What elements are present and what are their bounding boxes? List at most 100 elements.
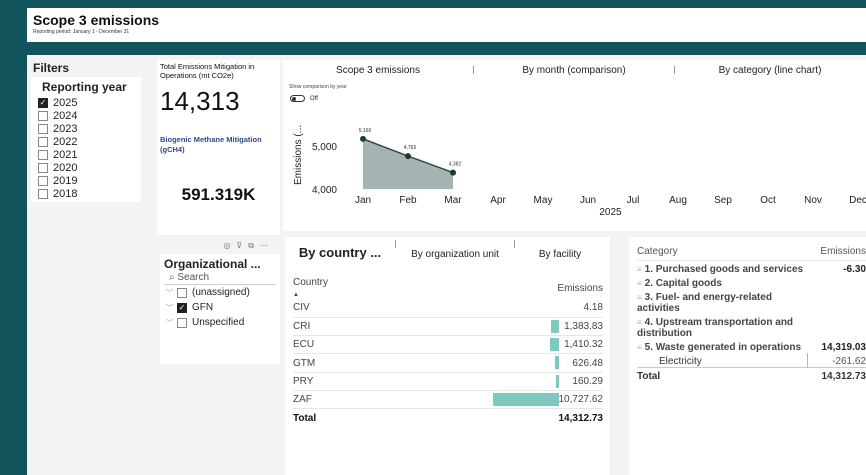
table-row[interactable]: ZAF 10,727.62 bbox=[293, 390, 603, 410]
table-row[interactable]: CIV 4.18 bbox=[293, 299, 603, 318]
checkbox[interactable] bbox=[38, 123, 48, 134]
total-label: Total bbox=[637, 366, 807, 382]
expand-icon[interactable]: ≡ bbox=[637, 279, 642, 288]
tab-divider bbox=[514, 240, 515, 248]
checkbox[interactable] bbox=[38, 188, 48, 199]
checkbox[interactable]: ✓ bbox=[177, 302, 187, 313]
year-option-2021[interactable]: 2021 bbox=[38, 148, 141, 161]
chevron-down-icon[interactable]: ﹀ bbox=[166, 288, 173, 298]
category-cell: ≡ 4. Upstream transportation and distribu… bbox=[637, 314, 807, 339]
filters-pane: Filters Reporting year ✓ 2025 2024 2023 2022… bbox=[27, 55, 147, 475]
methane-value: 591.319K bbox=[181, 185, 256, 204]
y-tick-label: 4,000 bbox=[312, 185, 337, 196]
emissions-cell: 14,319.03 bbox=[807, 339, 866, 353]
checkbox[interactable] bbox=[38, 175, 48, 186]
data-point[interactable] bbox=[405, 153, 411, 160]
table-row[interactable]: ≡ 2. Capital goods bbox=[637, 275, 866, 289]
expand-icon[interactable]: ≡ bbox=[637, 318, 642, 327]
x-tick-label: Jun bbox=[580, 195, 596, 206]
country-cell: PRY bbox=[293, 372, 493, 391]
emissions-cell bbox=[807, 314, 866, 339]
search-icon: ⌕ bbox=[169, 272, 175, 283]
table-row[interactable]: ≡ 4. Upstream transportation and distribu… bbox=[637, 314, 866, 339]
table-row[interactable]: ≡ 3. Fuel- and energy-related activities bbox=[637, 289, 866, 314]
x-tick-label: Mar bbox=[444, 195, 462, 206]
checkbox[interactable] bbox=[38, 149, 48, 160]
expand-icon[interactable]: ≡ bbox=[637, 293, 642, 302]
x-tick-label: Aug bbox=[669, 195, 687, 206]
tab-by-facility[interactable]: By facility bbox=[515, 249, 605, 266]
total-emissions-value: 14,313 bbox=[160, 86, 240, 116]
checkbox[interactable] bbox=[177, 287, 187, 298]
year-option-2019[interactable]: 2019 bbox=[38, 174, 141, 187]
chevron-down-icon[interactable]: ﹀ bbox=[166, 318, 173, 328]
column-header-emissions[interactable]: Emissions bbox=[493, 277, 603, 299]
year-option-2018[interactable]: 2018 bbox=[38, 187, 141, 200]
category-cell: ≡ 1. Purchased goods and services bbox=[637, 260, 807, 275]
year-option-2023[interactable]: 2023 bbox=[38, 122, 141, 135]
y-axis-label: Emissions (... bbox=[293, 125, 304, 185]
year-label: 2018 bbox=[53, 187, 78, 200]
tab-by-country[interactable]: By country ... bbox=[285, 245, 395, 266]
chevron-down-icon[interactable]: ﹀ bbox=[166, 303, 173, 313]
org-item[interactable]: ﹀ Unspecified bbox=[160, 315, 280, 330]
year-option-2024[interactable]: 2024 bbox=[38, 109, 141, 122]
column-header-emissions[interactable]: Emissions bbox=[807, 243, 866, 261]
filter-icon[interactable]: ⊽ bbox=[236, 241, 248, 250]
more-icon[interactable]: ⋯ bbox=[260, 241, 274, 250]
checkbox[interactable] bbox=[38, 162, 48, 173]
emissions-cell: 160.29 bbox=[493, 372, 603, 391]
table-row[interactable]: Electricity -261.62 bbox=[637, 352, 866, 368]
emissions-value: -6.30 bbox=[843, 263, 866, 275]
focus-icon[interactable]: ⧉ bbox=[248, 241, 260, 250]
checkbox[interactable] bbox=[38, 110, 48, 121]
table-row[interactable]: ECU 1,410.32 bbox=[293, 335, 603, 355]
org-item-label: Unspecified bbox=[192, 317, 245, 328]
org-item[interactable]: ﹀ ✓ GFN bbox=[160, 300, 280, 315]
column-header-category[interactable]: Category bbox=[637, 243, 807, 261]
table-row[interactable]: PRY 160.29 bbox=[293, 372, 603, 391]
tab-divider bbox=[395, 240, 396, 248]
data-bar bbox=[550, 319, 559, 333]
category-cell: Electricity bbox=[637, 353, 807, 368]
data-label: 5,166 bbox=[359, 128, 372, 134]
country-cell: ECU bbox=[293, 335, 493, 355]
emissions-value: 1,410.32 bbox=[564, 339, 603, 351]
year-option-2020[interactable]: 2020 bbox=[38, 161, 141, 174]
country-name: PRY bbox=[293, 375, 314, 387]
table-row[interactable]: GTM 626.48 bbox=[293, 353, 603, 373]
x-tick-label: Jan bbox=[355, 195, 371, 206]
column-header-country[interactable]: Country ▲ bbox=[293, 277, 493, 299]
emissions-value: 160.29 bbox=[572, 375, 603, 387]
org-item[interactable]: ﹀ (unassigned) bbox=[160, 285, 280, 300]
data-point[interactable] bbox=[450, 169, 456, 176]
total-emissions-label: Total Emissions Mitigation in Operations… bbox=[160, 62, 255, 80]
year-option-2022[interactable]: 2022 bbox=[38, 135, 141, 148]
year-label: 2019 bbox=[53, 174, 78, 187]
expand-icon[interactable]: ≡ bbox=[637, 265, 642, 274]
expand-icon[interactable]: ≡ bbox=[637, 343, 642, 352]
org-search-input[interactable]: ⌕ Search bbox=[164, 271, 276, 285]
tab-by-org-unit[interactable]: By organization unit bbox=[396, 249, 514, 266]
category-name: 3. Fuel- and energy-related activities bbox=[637, 291, 772, 314]
table-row[interactable]: CRI 1,383.83 bbox=[293, 317, 603, 337]
country-name: ZAF bbox=[293, 394, 312, 406]
checkbox[interactable] bbox=[177, 317, 187, 328]
data-point[interactable] bbox=[360, 135, 366, 142]
org-item-label: GFN bbox=[192, 302, 214, 313]
checkbox[interactable]: ✓ bbox=[38, 97, 48, 108]
country-cell: CIV bbox=[293, 299, 493, 318]
country-cell: ZAF bbox=[293, 390, 493, 410]
emissions-value: 626.48 bbox=[572, 357, 603, 369]
pin-icon[interactable]: ◎ bbox=[223, 241, 236, 250]
year-option-2025[interactable]: ✓ 2025 bbox=[38, 96, 141, 109]
emissions-chart-panel: Scope 3 emissions By month (comparison) … bbox=[283, 60, 866, 231]
table-row[interactable]: ≡ 5. Waste generated in operations 14,319.… bbox=[637, 339, 866, 353]
emissions-cell: -261.62 bbox=[806, 352, 866, 367]
emissions-cell: 626.48 bbox=[493, 353, 603, 373]
checkbox[interactable] bbox=[38, 136, 48, 147]
data-bar bbox=[555, 356, 559, 370]
table-row[interactable]: ≡ 1. Purchased goods and services -6.30 bbox=[637, 260, 866, 275]
methane-label: Biogenic Methane Mitigation (gCH4) bbox=[160, 135, 262, 154]
data-bar bbox=[556, 374, 559, 388]
